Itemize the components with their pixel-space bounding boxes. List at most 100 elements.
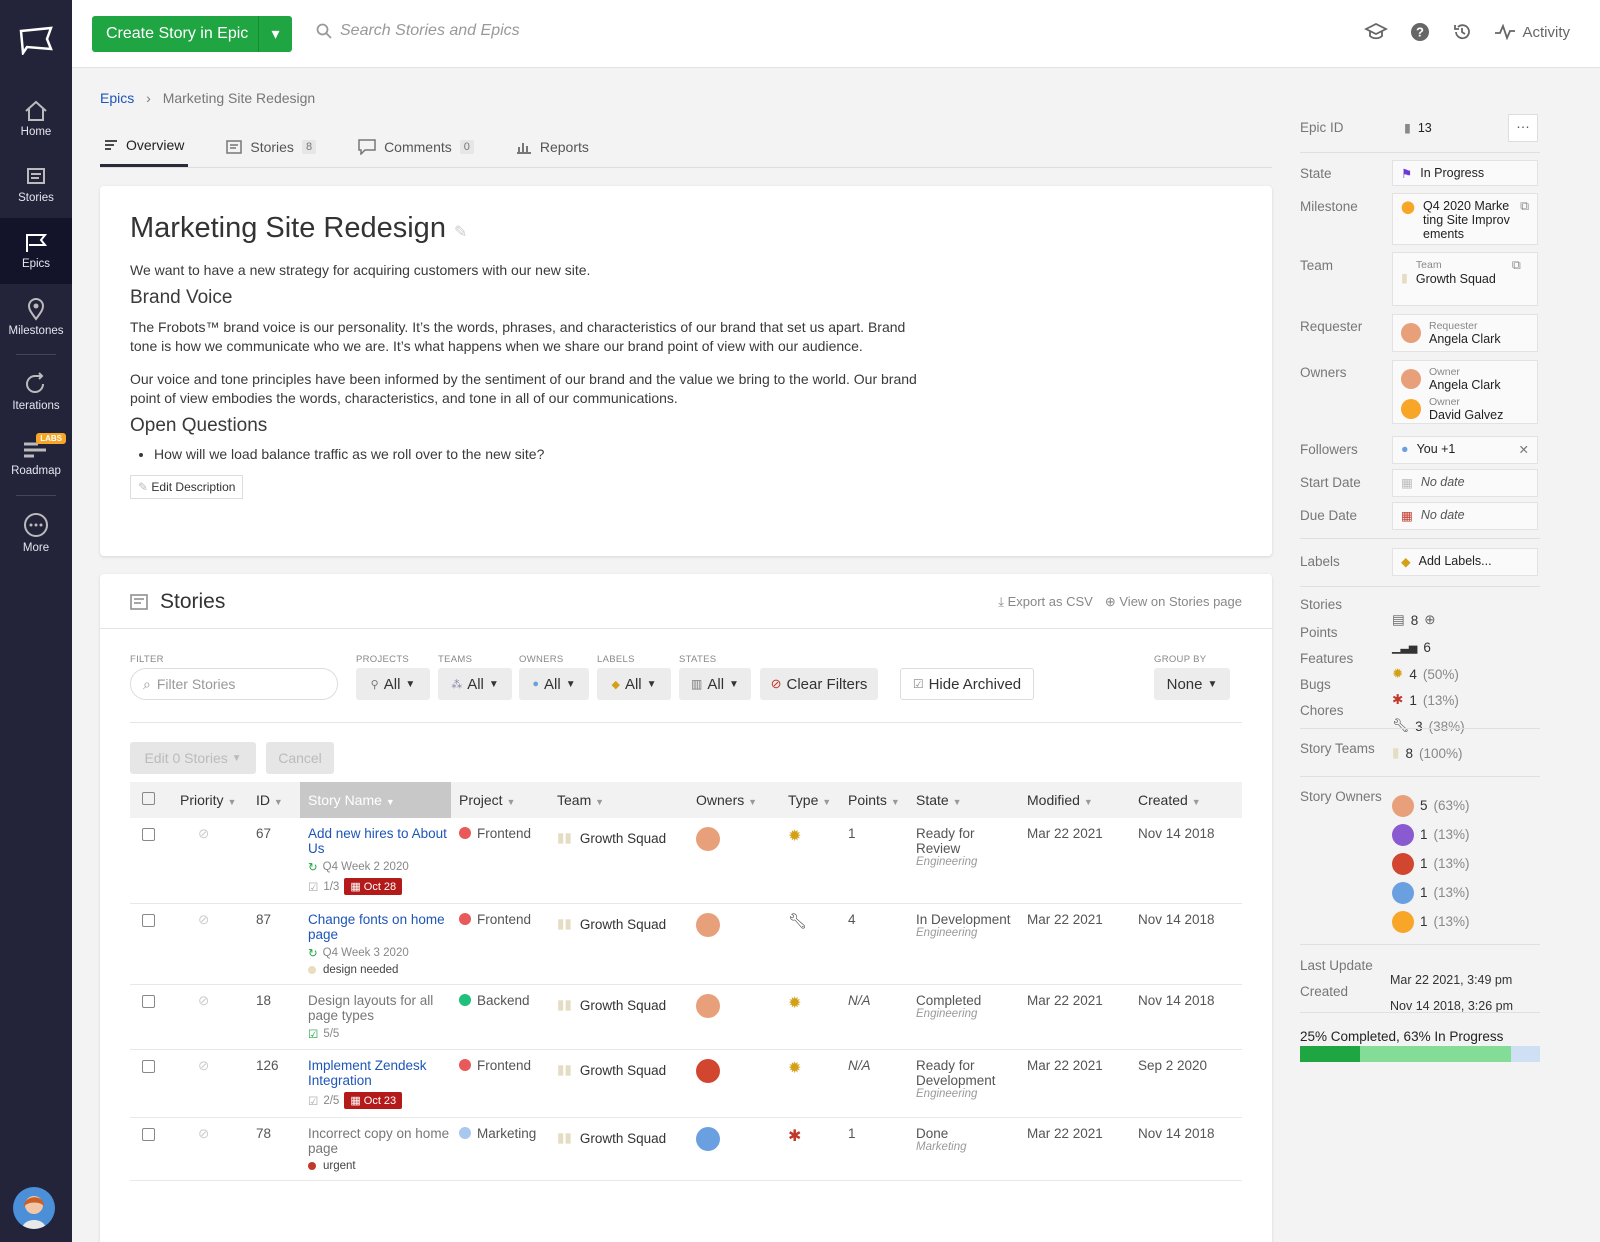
col-owners[interactable]: Owners ▼ xyxy=(688,782,780,818)
table-row[interactable]: ⊘ 18 Design layouts for all page types ☑ 5/5… xyxy=(130,984,1242,1050)
external-link-icon[interactable]: ⧉ xyxy=(1520,199,1529,214)
story-name-link[interactable]: Design layouts for all page types xyxy=(308,993,433,1023)
chevron-down-icon[interactable]: ▾ xyxy=(258,16,292,52)
filter-stories-input[interactable]: ⌕ Filter Stories xyxy=(130,668,338,700)
start-date-picker[interactable]: ▦ No date xyxy=(1392,469,1538,497)
team-select[interactable]: ▮ Team Growth Squad ⧉ xyxy=(1392,252,1538,306)
projects-filter[interactable]: ⚲ All ▼ xyxy=(356,668,430,700)
stat-percent: (100%) xyxy=(1418,745,1463,761)
more-options-button[interactable]: ··· xyxy=(1508,114,1538,142)
table-row[interactable]: ⊘ 67 Add new hires to About Us ↻ Q4 Week 2 2… xyxy=(130,818,1242,904)
nav-home[interactable]: Home xyxy=(0,86,72,152)
col-type[interactable]: Type ▼ xyxy=(780,782,840,818)
col-project[interactable]: Project ▼ xyxy=(451,782,549,818)
add-labels-button[interactable]: ◆ Add Labels... xyxy=(1392,548,1538,576)
col-created[interactable]: Created ▼ xyxy=(1130,782,1242,818)
group-by-select[interactable]: None ▼ xyxy=(1154,668,1230,700)
breadcrumb-epics-link[interactable]: Epics xyxy=(100,90,134,106)
select-cell[interactable] xyxy=(130,984,172,1050)
owners-select[interactable]: Owner Angela Clark Owner David Galvez xyxy=(1392,360,1538,424)
state-select[interactable]: ⚑ In Progress xyxy=(1392,160,1538,186)
owners-filter[interactable]: ● All ▼ xyxy=(519,668,589,700)
history-icon[interactable] xyxy=(1452,22,1472,42)
col-state[interactable]: State ▼ xyxy=(908,782,1019,818)
edit-description-button[interactable]: ✎ Edit Description xyxy=(130,475,244,499)
priority-cell[interactable]: ⊘ xyxy=(172,818,248,904)
external-link-icon[interactable]: ⧉ xyxy=(1512,258,1521,273)
priority-cell[interactable]: ⊘ xyxy=(172,1049,248,1118)
avatar[interactable] xyxy=(696,913,720,937)
help-icon[interactable]: ? xyxy=(1410,22,1430,42)
iteration-icon: ↻ xyxy=(308,948,318,960)
row-checkbox[interactable] xyxy=(142,1128,155,1141)
user-avatar[interactable] xyxy=(13,1187,55,1229)
col-priority[interactable]: Priority ▼ xyxy=(172,782,248,818)
col-team[interactable]: Team ▼ xyxy=(549,782,688,818)
create-story-button[interactable]: Create Story in Epic ▾ xyxy=(92,16,292,52)
hide-archived-toggle[interactable]: ☑ Hide Archived xyxy=(900,668,1034,700)
states-filter[interactable]: ▥ All ▼ xyxy=(679,668,751,700)
activity-button[interactable]: Activity xyxy=(1494,24,1570,41)
table-row[interactable]: ⊘ 78 Incorrect copy on home page urgent Mark… xyxy=(130,1117,1242,1181)
story-name-link[interactable]: Incorrect copy on home page xyxy=(308,1126,449,1156)
tag-icon: ◆ xyxy=(611,678,620,691)
clear-filters-button[interactable]: ⊘ Clear Filters xyxy=(760,668,878,700)
avatar[interactable] xyxy=(696,1127,720,1151)
priority-cell[interactable]: ⊘ xyxy=(172,1117,248,1181)
select-cell[interactable] xyxy=(130,818,172,904)
labels-filter[interactable]: ◆ All ▼ xyxy=(597,668,671,700)
story-name-link[interactable]: Change fonts on home page xyxy=(308,912,445,942)
nav-roadmap[interactable]: LABS Roadmap xyxy=(0,425,72,491)
nav-milestones[interactable]: Milestones xyxy=(0,284,72,350)
epic-id-row: Epic ID ▮ 13 ··· xyxy=(1300,114,1540,142)
story-name-link[interactable]: Implement Zendesk Integration xyxy=(308,1058,427,1088)
close-icon[interactable]: ✕ xyxy=(1519,442,1529,457)
col-id[interactable]: ID ▼ xyxy=(248,782,300,818)
table-row[interactable]: ⊘ 87 Change fonts on home page ↻ Q4 Week 3 2… xyxy=(130,903,1242,985)
export-csv-link[interactable]: ⤓ Export as CSV xyxy=(998,594,1093,610)
modified-cell: Mar 22 2021 xyxy=(1019,1117,1130,1181)
col-story-name[interactable]: Story Name ▼ xyxy=(300,782,451,818)
select-all-checkbox[interactable] xyxy=(142,792,155,805)
nav-iterations[interactable]: Iterations xyxy=(0,359,72,425)
search-input[interactable]: Search Stories and Epics xyxy=(316,22,520,40)
logo[interactable] xyxy=(0,0,72,80)
nav-stories[interactable]: Stories xyxy=(0,152,72,218)
nav-more[interactable]: More xyxy=(0,500,72,566)
graduation-cap-icon[interactable] xyxy=(1364,22,1389,42)
col-modified[interactable]: Modified ▼ xyxy=(1019,782,1130,818)
tab-reports[interactable]: Reports xyxy=(512,126,593,167)
cancel-button[interactable]: Cancel xyxy=(266,742,334,774)
tab-comments[interactable]: Comments 0 xyxy=(354,126,478,167)
tab-stories[interactable]: Stories 8 xyxy=(222,126,320,167)
requester-select[interactable]: Requester Angela Clark xyxy=(1392,314,1538,352)
table-row[interactable]: ⊘ 126 Implement Zendesk Integration ☑ 2/5 ▦ O… xyxy=(130,1049,1242,1118)
avatar[interactable] xyxy=(696,827,720,851)
select-cell[interactable] xyxy=(130,1049,172,1118)
priority-cell[interactable]: ⊘ xyxy=(172,903,248,985)
pencil-icon[interactable]: ✎ xyxy=(454,224,467,241)
comment-icon xyxy=(358,138,376,155)
owner-value: Angela Clark xyxy=(1429,378,1501,392)
task-count: 5/5 xyxy=(323,1028,340,1040)
row-checkbox[interactable] xyxy=(142,1060,155,1073)
followers-select[interactable]: ● You +1 ✕ xyxy=(1392,436,1538,464)
teams-filter[interactable]: ⁂ All ▼ xyxy=(438,668,512,700)
avatar[interactable] xyxy=(696,1059,720,1083)
story-name-link[interactable]: Add new hires to About Us xyxy=(308,826,447,856)
col-points[interactable]: Points ▼ xyxy=(840,782,908,818)
priority-cell[interactable]: ⊘ xyxy=(172,984,248,1050)
select-cell[interactable] xyxy=(130,903,172,985)
row-checkbox[interactable] xyxy=(142,914,155,927)
view-stories-link[interactable]: ⊕ View on Stories page xyxy=(1105,594,1242,610)
due-date-picker[interactable]: ▦ No date xyxy=(1392,502,1538,530)
row-checkbox[interactable] xyxy=(142,995,155,1008)
avatar[interactable] xyxy=(696,994,720,1018)
tab-overview[interactable]: Overview xyxy=(100,126,189,167)
milestone-select[interactable]: ⬤ Q4 2020 Marketing Site Improvements ⧉ xyxy=(1392,193,1538,245)
select-cell[interactable] xyxy=(130,1117,172,1181)
select-all-cell[interactable] xyxy=(130,782,172,818)
row-checkbox[interactable] xyxy=(142,828,155,841)
edit-stories-button[interactable]: Edit 0 Stories ▼ xyxy=(130,742,256,774)
nav-epics[interactable]: Epics xyxy=(0,218,72,284)
